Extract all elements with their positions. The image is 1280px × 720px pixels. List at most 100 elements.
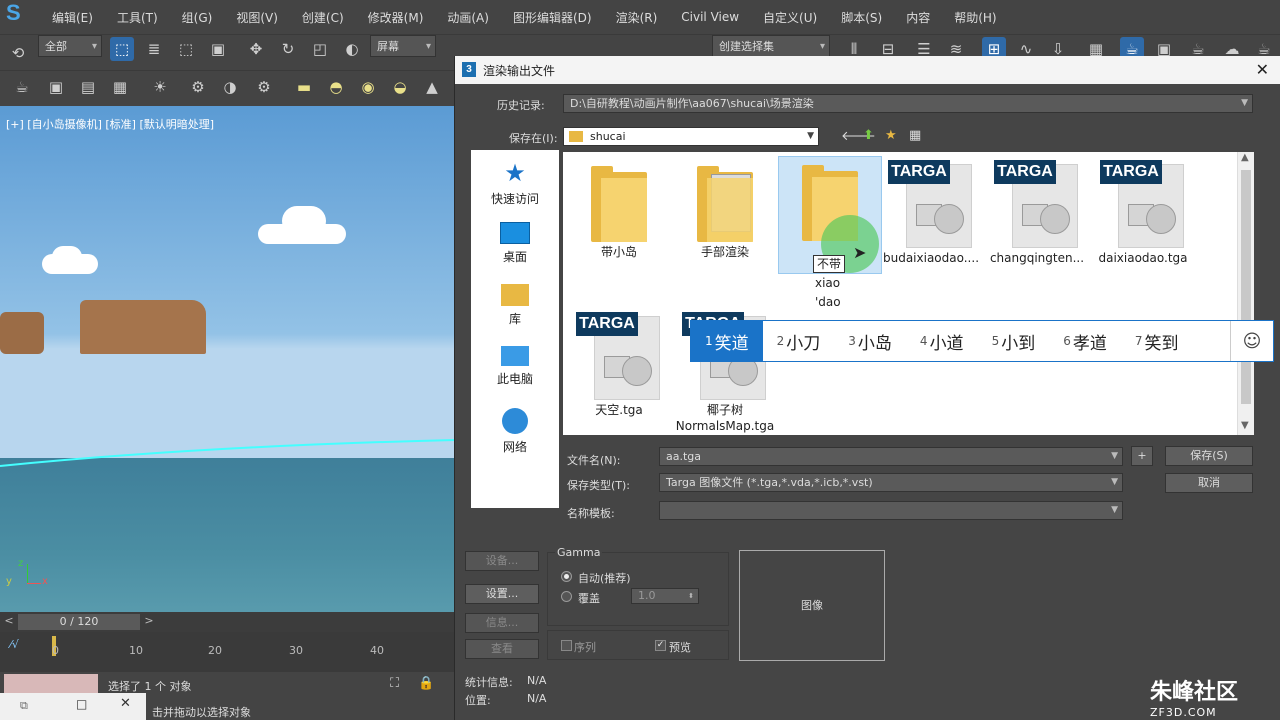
tga-file-item[interactable]: TARGA 天空.tga — [567, 308, 671, 418]
up-folder-icon[interactable]: ⬆ — [863, 128, 874, 143]
folder-item[interactable]: 手部渲染 — [673, 158, 777, 260]
menu-civil-view[interactable]: Civil View — [669, 10, 751, 24]
scroll-up-icon[interactable]: ▲ — [1241, 152, 1249, 163]
sphere-icon[interactable]: ◑ — [218, 75, 242, 99]
place-desktop[interactable]: 桌面 — [471, 222, 559, 265]
folder-item[interactable]: 带小岛 — [567, 158, 671, 260]
view-button[interactable]: 查看 — [465, 639, 539, 659]
minimized-window-bar[interactable]: ⧉ □ ✕ — [0, 693, 146, 720]
named-selection-set-dropdown[interactable]: 创建选择集 — [712, 35, 830, 58]
menu-views[interactable]: 视图(V) — [224, 9, 290, 26]
move-icon[interactable]: ✥ — [244, 37, 268, 61]
preview-checkbox[interactable]: ✓ — [655, 640, 666, 651]
teapot-icon[interactable]: ☕ — [10, 75, 34, 99]
ime-candidate[interactable]: 5 小到 — [978, 321, 1050, 361]
history-dropdown[interactable]: D:\自研教程\动画片制作\aa067\shucai\场景渲染 ▼ — [563, 94, 1253, 113]
file-list[interactable]: 带小岛 手部渲染 ➤ 不带 xiao 'dao TARGA budaixiaod… — [563, 152, 1237, 435]
gamma-value-spinner[interactable]: 1.0 ⬍ — [631, 588, 699, 604]
plane-icon[interactable]: ▬ — [292, 75, 316, 99]
ime-candidate[interactable]: 4 小道 — [906, 321, 978, 361]
isolate-icon[interactable]: ⛶ — [390, 676, 399, 691]
menu-group[interactable]: 组(G) — [170, 9, 225, 26]
frame-counter[interactable]: 0 / 120 — [18, 614, 140, 630]
add-button[interactable]: + — [1131, 446, 1153, 466]
rename-box[interactable]: 不带 — [813, 255, 846, 273]
ime-candidate-bar[interactable]: 1 笑道 2 小刀 3 小岛 4 小道 5 小到 6 孝道 7 笑到 ☺ — [690, 320, 1274, 362]
selection-filter-dropdown[interactable]: 全部 — [38, 35, 102, 58]
lock-icon[interactable]: 🔒 — [418, 676, 434, 691]
cone-icon[interactable]: ▲ — [420, 75, 444, 99]
track-bar-icon[interactable]: ⁄√ — [10, 638, 19, 651]
select-object-icon[interactable]: ⬚ — [110, 37, 134, 61]
menu-create[interactable]: 创建(C) — [290, 9, 356, 26]
rotate-icon[interactable]: ↻ — [276, 37, 300, 61]
info-button[interactable]: 信息... — [465, 613, 539, 633]
new-folder-icon[interactable]: ★ — [885, 128, 897, 143]
ime-candidate[interactable]: 7 笑到 — [1121, 321, 1193, 361]
place-libraries[interactable]: 库 — [471, 284, 559, 327]
file-list-scrollbar[interactable]: ▲ ▼ — [1237, 152, 1254, 435]
render-frame-icon[interactable]: ▣ — [44, 75, 68, 99]
viewport-label[interactable]: [+] [自小岛摄像机] [标准] [默认明暗处理] — [6, 116, 214, 132]
disc-icon[interactable]: ◉ — [356, 75, 380, 99]
menu-customize[interactable]: 自定义(U) — [751, 9, 829, 26]
filename-input[interactable]: aa.tga ▼ — [659, 447, 1123, 466]
rect-selection-icon[interactable]: ⬚ — [174, 37, 198, 61]
maxscript-listener[interactable] — [4, 674, 98, 694]
scroll-down-icon[interactable]: ▼ — [1241, 420, 1249, 431]
menu-edit[interactable]: 编辑(E) — [40, 9, 105, 26]
devices-button[interactable]: 设备... — [465, 551, 539, 571]
setup-button[interactable]: 设置... — [465, 584, 539, 604]
window-crossing-icon[interactable]: ▣ — [206, 37, 230, 61]
scroll-thumb[interactable] — [1241, 170, 1251, 404]
close-icon[interactable]: ✕ — [120, 696, 131, 711]
cancel-button[interactable]: 取消 — [1165, 473, 1253, 493]
place-quick-access[interactable]: ★ 快速访问 — [471, 160, 559, 207]
gamma-auto-radio[interactable] — [561, 571, 572, 582]
save-button[interactable]: 保存(S) — [1165, 446, 1253, 466]
scale-icon[interactable]: ◰ — [308, 37, 332, 61]
menu-animation[interactable]: 动画(A) — [435, 9, 501, 26]
view-menu-icon[interactable]: ▦ — [909, 128, 921, 143]
ime-candidate[interactable]: 3 小岛 — [834, 321, 906, 361]
sequence-checkbox[interactable] — [561, 640, 572, 651]
name-template-dropdown[interactable]: ▼ — [659, 501, 1123, 520]
app-logo-icon[interactable]: S — [6, 0, 40, 30]
gamma-override-radio[interactable] — [561, 591, 572, 602]
menu-content[interactable]: 内容 — [894, 9, 942, 26]
restore-icon[interactable]: ⧉ — [20, 699, 28, 713]
track-bar[interactable]: ⁄√ 0 10 20 30 40 — [0, 632, 455, 672]
light-icon[interactable]: ☀ — [148, 75, 172, 99]
close-icon[interactable]: ✕ — [1256, 60, 1269, 79]
menu-tools[interactable]: 工具(T) — [105, 9, 170, 26]
calculator-icon[interactable]: ▤ — [76, 75, 100, 99]
dome-icon[interactable]: ◓ — [324, 75, 348, 99]
save-in-dropdown[interactable]: shucai ▼ — [563, 127, 819, 146]
place-network[interactable]: 网络 — [471, 408, 559, 455]
tga-file-item[interactable]: TARGA budaixiaodao.... — [879, 156, 983, 266]
folder-item-selected[interactable]: ➤ 不带 — [778, 156, 882, 274]
time-next-button[interactable]: > — [142, 614, 156, 630]
place-icon[interactable]: ◐ — [340, 37, 364, 61]
camera-icon[interactable]: ⚙ — [186, 75, 210, 99]
hemisphere-icon[interactable]: ◒ — [388, 75, 412, 99]
film-camera-icon[interactable]: ⚙ — [252, 75, 276, 99]
menu-help[interactable]: 帮助(H) — [942, 9, 1008, 26]
menu-modifiers[interactable]: 修改器(M) — [356, 9, 436, 26]
maximize-icon[interactable]: □ — [76, 697, 87, 711]
ime-candidate[interactable]: 6 孝道 — [1049, 321, 1121, 361]
time-prev-button[interactable]: < — [2, 614, 16, 630]
tga-file-item[interactable]: TARGA daixiaodao.tga — [1091, 156, 1195, 266]
emoji-icon[interactable]: ☺ — [1230, 321, 1273, 361]
ime-candidate[interactable]: 1 笑道 — [691, 321, 763, 361]
menu-scripting[interactable]: 脚本(S) — [829, 9, 894, 26]
table-icon[interactable]: ▦ — [108, 75, 132, 99]
ime-candidate[interactable]: 2 小刀 — [763, 321, 835, 361]
time-slider[interactable]: < 0 / 120 > — [0, 612, 455, 632]
select-by-name-icon[interactable]: ≣ — [142, 37, 166, 61]
menu-graph-editors[interactable]: 图形编辑器(D) — [501, 9, 604, 26]
menu-rendering[interactable]: 渲染(R) — [604, 9, 670, 26]
reference-coord-dropdown[interactable]: 屏幕 — [370, 35, 436, 58]
place-this-pc[interactable]: 此电脑 — [471, 346, 559, 387]
filetype-dropdown[interactable]: Targa 图像文件 (*.tga,*.vda,*.icb,*.vst) ▼ — [659, 473, 1123, 492]
